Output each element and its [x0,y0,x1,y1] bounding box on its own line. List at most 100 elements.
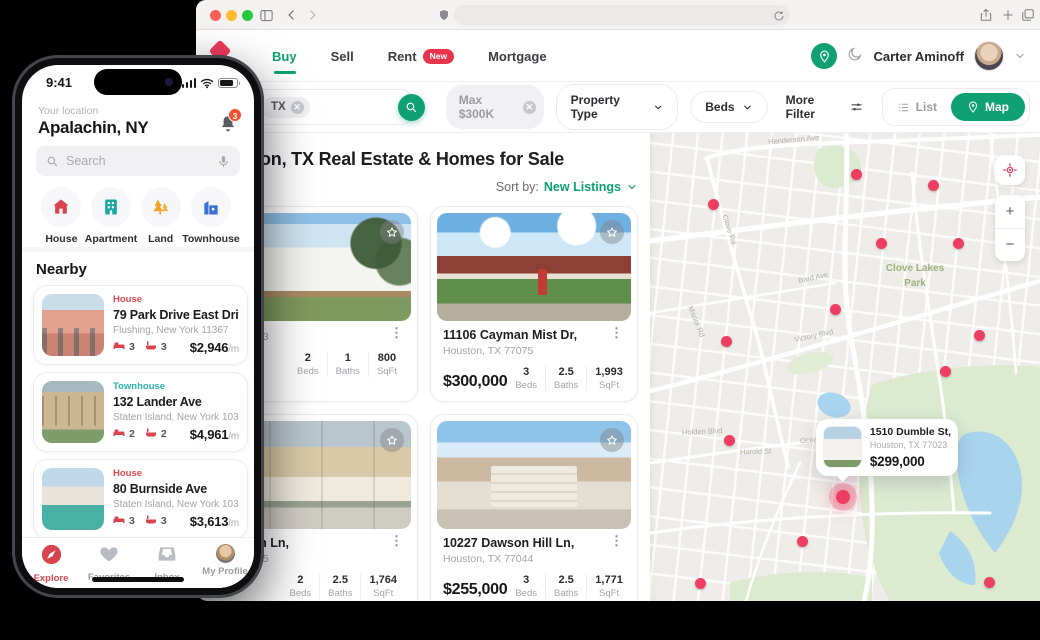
current-location[interactable]: Apalachin, NY [38,118,148,138]
map-pin[interactable] [876,238,887,249]
map[interactable]: Henderson AveClove RdBard AveVictory Blv… [650,133,1040,601]
listing-tag: House [113,294,239,305]
more-options-icon[interactable]: ⋮ [608,536,625,546]
map-pin[interactable] [974,330,985,341]
user-avatar[interactable] [974,41,1004,71]
map-pin[interactable] [797,536,808,547]
map-pin-selected[interactable] [836,490,850,504]
more-options-icon[interactable]: ⋮ [388,536,405,546]
locate-me-button[interactable] [995,155,1025,185]
shield-icon [436,7,452,23]
more-options-icon[interactable]: ⋮ [608,328,625,338]
property-card[interactable]: 10227 Dawson Hill Ln,Houston, TX 77044⋮$… [430,414,638,601]
nav-item-rent[interactable]: RentNew [388,49,454,64]
listing-city: Staten Island, New York 10302 [113,499,239,510]
property-address: 10227 Dawson Hill Ln,Houston, TX 77044 [443,536,574,565]
nearby-listing-card[interactable]: Townhouse132 Lander AveStaten Island, Ne… [33,372,248,452]
map-pin[interactable] [708,199,719,210]
list-view-button[interactable]: List [887,94,947,120]
location-chip[interactable]: TX ✕ [261,97,310,118]
sort-value[interactable]: New Listings [544,180,621,194]
map-pin[interactable] [721,336,732,347]
nearby-listing-card[interactable]: House79 Park Drive East DriveFlushing, N… [33,285,248,365]
more-options-icon[interactable]: ⋮ [388,328,405,338]
user-name[interactable]: Carter Aminoff [873,49,964,64]
home-indicator[interactable] [92,577,184,582]
park-label: Clove Lakes Park [878,261,952,291]
chevron-down-icon[interactable] [1014,50,1026,62]
nav-item-buy[interactable]: Buy [272,49,297,64]
stat-label: SqFt [595,380,623,391]
more-filter-label: More Filter [786,93,844,121]
sidebar-toggle-icon[interactable] [258,7,274,23]
map-pin[interactable] [953,238,964,249]
share-icon[interactable] [978,7,994,23]
category-apartment[interactable]: Apartment [85,187,138,245]
map-pin[interactable] [940,366,951,377]
status-icons [182,76,239,90]
fullscreen-window-button[interactable] [242,10,253,21]
price-filter-chip[interactable]: Max $300K ✕ [446,85,544,129]
nav-item-label: Rent [388,49,417,64]
listing-price-unit: /m [228,431,239,442]
back-icon[interactable] [284,7,300,23]
property-photo [437,421,631,529]
new-tab-icon[interactable] [1000,7,1016,23]
map-pin[interactable] [851,169,862,180]
map-pin[interactable] [984,577,995,588]
map-pin-icon [967,101,979,113]
property-stats: 2Beds2.5Baths1,764SqFt [282,574,405,599]
zoom-in-button[interactable]: + [995,195,1025,229]
list-icon [897,101,910,114]
price-chip-label: Max $300K [459,93,518,121]
tab-my-profile[interactable]: My Profile [198,544,252,577]
map-pin[interactable] [695,578,706,589]
map-pin[interactable] [830,304,841,315]
minimize-window-button[interactable] [226,10,237,21]
close-window-button[interactable] [210,10,221,21]
map-pin[interactable] [724,435,735,446]
more-filter-button[interactable]: More Filter [780,85,870,129]
favorite-button[interactable] [600,428,624,452]
header-actions: Carter Aminoff [811,30,1026,82]
map-pin[interactable] [928,180,939,191]
category-townhouse[interactable]: Townhouse [184,187,238,245]
tab-explore[interactable]: Explore [24,544,78,584]
property-card-body: 10227 Dawson Hill Ln,Houston, TX 77044⋮$… [437,529,631,601]
listing-price: $3,613/m [190,514,239,529]
remove-chip-icon[interactable]: ✕ [291,101,304,114]
forward-icon[interactable] [304,7,320,23]
favorite-button[interactable] [600,220,624,244]
category-land[interactable]: Land [137,187,184,245]
search-placeholder: Search [66,154,210,168]
favorite-button[interactable] [380,220,404,244]
category-house[interactable]: House [38,187,85,245]
search-submit-button[interactable] [398,94,425,121]
remove-price-chip-icon[interactable]: ✕ [523,101,535,114]
apartment-icon [91,187,131,227]
address-bar[interactable] [454,5,790,25]
search-input[interactable]: Search [36,146,240,176]
refresh-icon[interactable] [773,9,785,27]
property-stats: 2Beds1Baths800SqFt [289,352,405,377]
compass-icon [41,544,62,570]
map-view-button[interactable]: Map [951,93,1025,121]
map-listing-tooltip[interactable]: 1510 Dumble St, Houston, TX 77023 $299,0… [816,419,958,476]
property-type-dropdown[interactable]: Property Type [556,84,679,130]
dark-mode-icon[interactable] [847,46,863,66]
tabs-overview-icon[interactable] [1020,7,1036,23]
nav-item-sell[interactable]: Sell [331,49,354,64]
bed-icon [113,425,125,443]
tooltip-city: Houston, TX 77023 [870,440,951,450]
location-label: Your location [38,105,98,117]
category-label: Land [148,233,173,245]
favorite-button[interactable] [380,428,404,452]
location-pin-icon[interactable] [811,43,837,69]
nav-item-mortgage[interactable]: Mortgage [488,49,547,64]
beds-dropdown[interactable]: Beds [690,91,767,123]
nearby-listing-card[interactable]: House80 Burnside AveStaten Island, New Y… [33,459,248,539]
property-card[interactable]: 11106 Cayman Mist Dr,Houston, TX 77075⋮$… [430,206,638,402]
sort-control[interactable]: Sort by: New Listings [496,180,638,194]
zoom-out-button[interactable]: − [995,229,1025,262]
notifications-bell-icon[interactable]: 3 [218,113,238,138]
